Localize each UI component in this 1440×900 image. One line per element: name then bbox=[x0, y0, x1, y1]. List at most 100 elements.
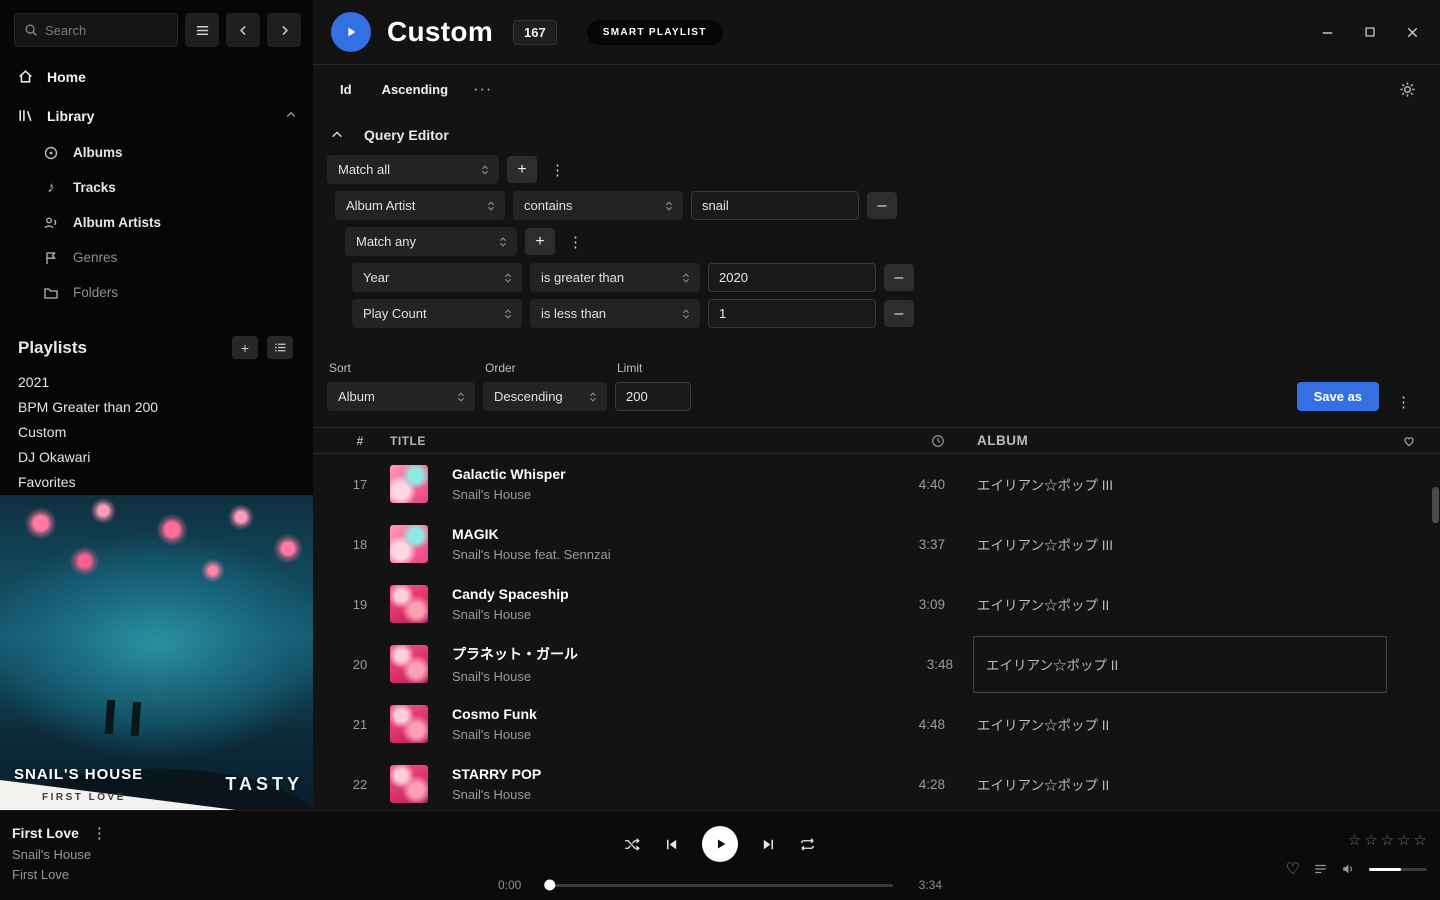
sort-field-button[interactable]: Id bbox=[340, 82, 352, 97]
chevron-up-icon[interactable] bbox=[285, 108, 297, 124]
column-favorite[interactable] bbox=[1387, 434, 1430, 448]
table-row[interactable]: 17 Galactic Whisper Snail's House 4:40 エ… bbox=[313, 454, 1440, 514]
more-options-button[interactable]: ··· bbox=[474, 82, 493, 97]
favorite-button[interactable]: ♡ bbox=[1286, 859, 1300, 879]
group-match-select[interactable]: Match any bbox=[345, 227, 517, 256]
remove-rule-button[interactable]: – bbox=[884, 264, 914, 291]
add-playlist-button[interactable]: + bbox=[232, 336, 258, 359]
order-label: Order bbox=[483, 361, 607, 375]
sort-order-button[interactable]: Ascending bbox=[382, 82, 448, 97]
sidebar-item-folders[interactable]: Folders bbox=[0, 275, 313, 310]
rule-group-menu-button[interactable]: ⋮ bbox=[545, 161, 570, 179]
sidebar-item-tracks[interactable]: ♪ Tracks bbox=[0, 170, 313, 205]
rule-value-input[interactable] bbox=[708, 299, 876, 328]
rule-field-select[interactable]: Album Artist bbox=[335, 191, 505, 220]
order-select[interactable]: Descending bbox=[483, 382, 607, 411]
table-row[interactable]: 20 プラネット・ガール Snail's House 3:48 エイリアン☆ポッ… bbox=[313, 634, 1440, 694]
seek-handle[interactable] bbox=[544, 880, 555, 891]
nav-back-button[interactable] bbox=[226, 13, 260, 47]
playlist-item[interactable]: DJ Okawari bbox=[0, 444, 313, 469]
next-button[interactable] bbox=[761, 837, 776, 852]
column-number[interactable]: # bbox=[343, 434, 377, 448]
limit-input[interactable] bbox=[615, 382, 691, 411]
playlist-item[interactable]: BPM Greater than 200 bbox=[0, 394, 313, 419]
rule-group-menu-button[interactable]: ⋮ bbox=[563, 233, 588, 251]
folder-icon bbox=[42, 285, 60, 301]
volume-icon[interactable] bbox=[1341, 862, 1356, 876]
chevron-right-icon bbox=[278, 24, 291, 37]
track-number: 21 bbox=[343, 717, 377, 732]
star-icon[interactable]: ☆ bbox=[1414, 831, 1427, 849]
sidebar-item-album-artists[interactable]: Album Artists bbox=[0, 205, 313, 240]
star-icon[interactable]: ☆ bbox=[1397, 831, 1410, 849]
sort-select[interactable]: Album bbox=[327, 382, 475, 411]
remove-rule-button[interactable]: – bbox=[867, 192, 897, 219]
save-menu-button[interactable]: ⋮ bbox=[1391, 393, 1416, 411]
rule-value-input[interactable] bbox=[691, 191, 859, 220]
close-button[interactable] bbox=[1405, 25, 1420, 40]
scrollbar-thumb[interactable] bbox=[1432, 487, 1439, 523]
playlist-item[interactable]: Favorites bbox=[0, 469, 313, 494]
column-duration[interactable] bbox=[885, 434, 945, 448]
star-icon[interactable]: ☆ bbox=[1348, 831, 1361, 849]
play-playlist-button[interactable] bbox=[331, 12, 371, 52]
playlist-item[interactable]: Custom bbox=[0, 419, 313, 444]
playlist-list-button[interactable] bbox=[267, 336, 293, 359]
nav-forward-button[interactable] bbox=[267, 13, 301, 47]
table-row[interactable]: 22 STARRY POP Snail's House 4:28 エイリアン☆ポ… bbox=[313, 754, 1440, 810]
sidebar-item-home[interactable]: Home bbox=[0, 57, 313, 96]
remove-rule-button[interactable]: – bbox=[884, 300, 914, 327]
rule-operator-select[interactable]: is less than bbox=[530, 299, 700, 328]
plus-icon: + bbox=[517, 162, 526, 178]
rule-operator-select[interactable]: is greater than bbox=[530, 263, 700, 292]
minimize-button[interactable] bbox=[1320, 25, 1335, 40]
track-album-focused-cell[interactable]: エイリアン☆ポップ II bbox=[973, 636, 1387, 693]
column-title[interactable]: TITLE bbox=[390, 434, 885, 448]
settings-button[interactable] bbox=[1399, 81, 1416, 98]
search-box[interactable] bbox=[14, 13, 178, 47]
track-title: プラネット・ガール bbox=[452, 644, 893, 664]
track-album[interactable]: エイリアン☆ポップ II bbox=[977, 714, 1387, 734]
queue-button[interactable] bbox=[1313, 862, 1328, 876]
track-album[interactable]: エイリアン☆ポップ III bbox=[977, 474, 1387, 494]
seek-slider[interactable] bbox=[547, 884, 893, 887]
now-playing-artwork[interactable]: SNAIL'S HOUSE FIRST LOVE TASTY bbox=[0, 495, 313, 810]
sidebar: Home Library Albums bbox=[0, 0, 313, 810]
column-album[interactable]: ALBUM bbox=[977, 433, 1387, 448]
artwork-artist-text: SNAIL'S HOUSE bbox=[14, 766, 143, 783]
playlist-item[interactable]: 2021 bbox=[0, 369, 313, 394]
previous-button[interactable] bbox=[664, 837, 679, 852]
now-playing-info: First Love ⋮ Snail's House First Love bbox=[12, 824, 107, 882]
star-icon[interactable]: ☆ bbox=[1381, 831, 1394, 849]
search-input[interactable] bbox=[45, 23, 168, 38]
rule-value-input[interactable] bbox=[708, 263, 876, 292]
collapse-query-editor-button[interactable] bbox=[330, 128, 344, 142]
sidebar-item-genres[interactable]: Genres bbox=[0, 240, 313, 275]
play-pause-button[interactable] bbox=[702, 826, 738, 862]
rule-operator-select[interactable]: contains bbox=[513, 191, 683, 220]
repeat-button[interactable] bbox=[799, 837, 816, 852]
shuffle-button[interactable] bbox=[624, 837, 641, 852]
star-icon[interactable]: ☆ bbox=[1364, 831, 1377, 849]
selector-icon bbox=[681, 272, 691, 284]
now-playing-menu-button[interactable]: ⋮ bbox=[92, 824, 107, 842]
volume-slider[interactable] bbox=[1369, 868, 1427, 871]
add-rule-button[interactable]: + bbox=[507, 156, 537, 183]
track-number: 19 bbox=[343, 597, 377, 612]
root-match-select[interactable]: Match all bbox=[327, 155, 499, 184]
maximize-button[interactable] bbox=[1363, 25, 1377, 40]
add-rule-button[interactable]: + bbox=[525, 228, 555, 255]
track-album[interactable]: エイリアン☆ポップ III bbox=[977, 534, 1387, 554]
rule-field-select[interactable]: Play Count bbox=[352, 299, 522, 328]
track-album[interactable]: エイリアン☆ポップ II bbox=[977, 594, 1387, 614]
sidebar-item-library[interactable]: Library bbox=[0, 96, 313, 135]
table-row[interactable]: 21 Cosmo Funk Snail's House 4:48 エイリアン☆ポ… bbox=[313, 694, 1440, 754]
table-row[interactable]: 19 Candy Spaceship Snail's House 3:09 エイ… bbox=[313, 574, 1440, 634]
sidebar-item-albums[interactable]: Albums bbox=[0, 135, 313, 170]
selector-icon bbox=[588, 391, 598, 403]
rule-field-select[interactable]: Year bbox=[352, 263, 522, 292]
save-as-button[interactable]: Save as bbox=[1297, 382, 1379, 411]
track-album[interactable]: エイリアン☆ポップ II bbox=[977, 774, 1387, 794]
menu-button[interactable] bbox=[185, 13, 219, 47]
table-row[interactable]: 18 MAGIK Snail's House feat. Sennzai 3:3… bbox=[313, 514, 1440, 574]
